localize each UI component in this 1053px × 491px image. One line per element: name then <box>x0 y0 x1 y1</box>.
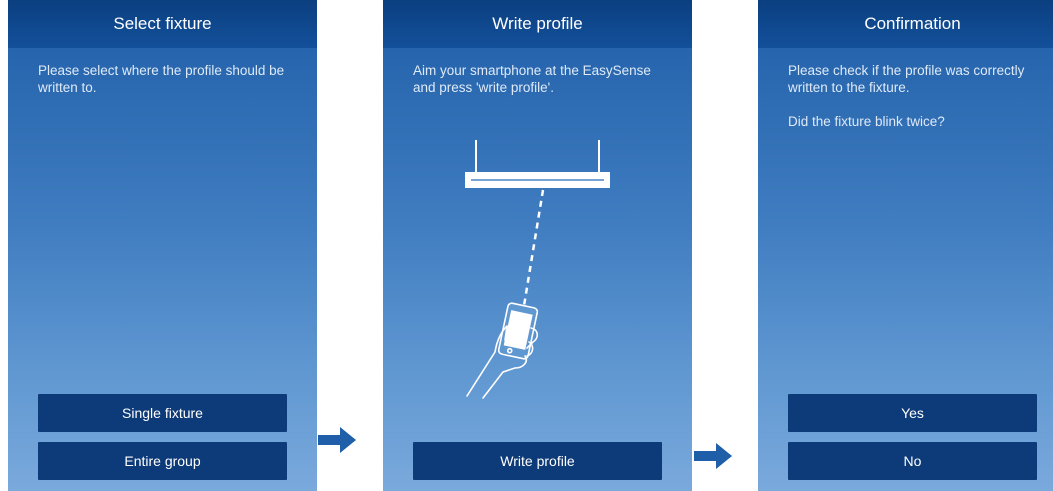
write-profile-button[interactable]: Write profile <box>413 442 662 480</box>
no-button[interactable]: No <box>788 442 1037 480</box>
instruction-line: Please check if the profile was correctl… <box>788 63 1025 95</box>
screen-title: Confirmation <box>758 0 1053 48</box>
entire-group-button[interactable]: Entire group <box>38 442 287 480</box>
screen-confirmation: Confirmation Please check if the profile… <box>758 0 1053 491</box>
screen-write-profile: Write profile Aim your smartphone at the… <box>383 0 692 491</box>
hand-holding-phone-icon <box>466 302 539 399</box>
question-line: Did the fixture blink twice? <box>788 114 945 129</box>
single-fixture-button[interactable]: Single fixture <box>38 394 287 432</box>
arrow-right-icon <box>318 427 356 453</box>
arrow-right-icon <box>694 443 732 469</box>
instruction-line: Please select where the profile should b… <box>38 63 285 95</box>
instruction-text: Please select where the profile should b… <box>8 48 317 96</box>
write-profile-illustration <box>465 140 610 399</box>
instruction-text: Please check if the profile was correctl… <box>758 48 1053 130</box>
screen-select-fixture: Select fixture Please select where the p… <box>8 0 317 491</box>
signal-beam <box>520 189 545 319</box>
yes-button[interactable]: Yes <box>788 394 1037 432</box>
screen-title: Select fixture <box>8 0 317 48</box>
fixture-icon <box>465 140 610 188</box>
